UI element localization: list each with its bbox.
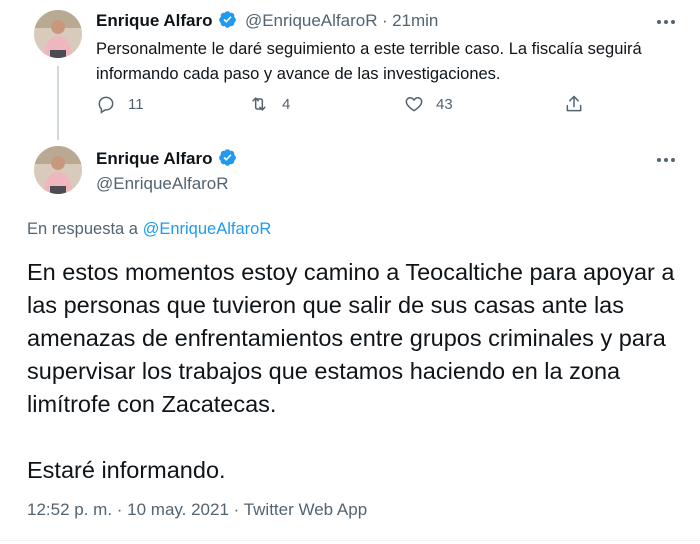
verified-badge-icon <box>218 10 237 34</box>
reply-tweet-actions: 11 4 43 <box>96 94 596 120</box>
in-reply-to: En respuesta a @EnriqueAlfaroR <box>27 220 271 239</box>
reply-tweet-header: Enrique Alfaro @EnriqueAlfaroR · 21min <box>96 10 438 34</box>
tweet-time[interactable]: 21min <box>392 11 438 30</box>
retweet-count: 4 <box>282 95 291 113</box>
tweet-paragraph: En estos momentos estoy camino a Teocalt… <box>27 259 675 417</box>
reply-button[interactable]: 11 <box>96 94 144 114</box>
reply-icon <box>98 96 114 114</box>
main-tweet-author: Enrique Alfaro <box>96 148 237 172</box>
share-icon <box>566 95 582 112</box>
in-reply-mention-link[interactable]: @EnriqueAlfaroR <box>143 220 272 238</box>
retweet-icon <box>252 97 266 111</box>
author-handle[interactable]: @EnriqueAlfaroR <box>245 11 378 30</box>
avatar[interactable] <box>34 146 82 194</box>
author-handle[interactable]: @EnriqueAlfaroR <box>96 174 229 194</box>
verified-badge-icon <box>218 148 237 172</box>
separator: · <box>381 11 388 30</box>
share-button[interactable] <box>564 94 596 114</box>
thread-connector <box>57 66 59 140</box>
tweet-timestamp[interactable]: 12:52 p. m. · 10 may. 2021 · Twitter Web… <box>27 500 367 520</box>
more-horizontal-icon[interactable] <box>656 14 676 25</box>
avatar-image <box>34 10 82 58</box>
heart-icon <box>405 96 423 112</box>
avatar[interactable] <box>34 10 82 58</box>
like-button[interactable]: 43 <box>404 94 453 114</box>
more-horizontal-icon[interactable] <box>656 152 676 163</box>
author-name[interactable]: Enrique Alfaro <box>96 149 213 168</box>
divider <box>0 540 700 541</box>
author-name[interactable]: Enrique Alfaro <box>96 11 213 30</box>
tweet-paragraph: Estaré informando. <box>27 457 226 483</box>
retweet-button[interactable]: 4 <box>248 94 290 114</box>
avatar-image <box>34 146 82 194</box>
main-tweet-text: En estos momentos estoy camino a Teocalt… <box>27 256 687 520</box>
reply-tweet-text: Personalmente le daré seguimiento a este… <box>96 40 642 83</box>
in-reply-prefix: En respuesta a <box>27 220 138 238</box>
like-count: 43 <box>436 95 453 113</box>
reply-count: 11 <box>128 95 144 113</box>
